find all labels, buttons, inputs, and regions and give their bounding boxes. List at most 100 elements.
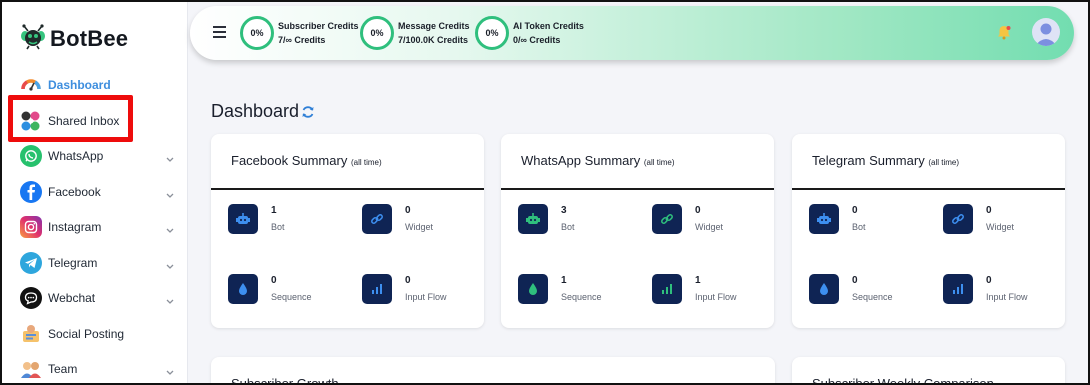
whatsapp-icon <box>20 145 42 167</box>
sidebar-item-team[interactable]: Team <box>20 355 180 383</box>
team-icon <box>20 358 42 380</box>
credit-progress-ring: 0% <box>475 16 509 50</box>
sidebar-item-telegram[interactable]: Telegram <box>20 249 180 277</box>
credit-progress-ring: 0% <box>240 16 274 50</box>
stat-value: 1 <box>271 205 277 216</box>
stat-value: 1 <box>695 275 701 286</box>
user-avatar[interactable] <box>1032 18 1060 46</box>
stat-label: Widget <box>695 222 724 232</box>
stat-label: Widget <box>986 222 1015 232</box>
sidebar-item-label: Webchat <box>48 291 96 305</box>
credit-title: Subscriber Credits <box>278 21 359 31</box>
card-title-text: Telegram Summary <box>812 153 925 168</box>
bee-logo-icon <box>20 23 46 55</box>
link-icon <box>652 204 682 234</box>
chevron-down-icon[interactable] <box>166 257 174 275</box>
stat-label: Sequence <box>561 292 602 302</box>
credit-title: AI Token Credits <box>513 21 584 31</box>
divider <box>501 188 774 190</box>
message-credits: 0% Message Credits 7/100.0K Credits <box>360 15 470 51</box>
stat-label: Sequence <box>271 292 312 302</box>
sidebar-item-label: Social Posting <box>48 327 125 341</box>
stat-value: 0 <box>986 205 992 216</box>
stat-value: 0 <box>852 275 858 286</box>
stat-label: Sequence <box>852 292 893 302</box>
card-title-text: Facebook Summary <box>231 153 348 168</box>
sidebar-item-webchat[interactable]: Webchat <box>20 284 180 312</box>
robot-icon <box>228 204 258 234</box>
stat-bot: 0 Bot <box>809 204 919 238</box>
card-title: Subscriber Weekly Comparison <box>812 376 994 385</box>
telegram-summary-card: Telegram Summary (all time) 0 Bot 0 Widg… <box>792 134 1065 328</box>
sidebar-item-label: Telegram <box>48 256 98 270</box>
refresh-icon[interactable] <box>301 105 315 124</box>
stat-sequence: 0 Sequence <box>809 274 919 308</box>
bar-chart-icon <box>652 274 682 304</box>
chevron-down-icon[interactable] <box>166 186 174 204</box>
sidebar-item-label: Team <box>48 362 78 376</box>
credit-title: Message Credits <box>398 21 470 31</box>
highlight-box <box>8 95 133 142</box>
dashboard-icon <box>20 74 42 96</box>
sidebar-item-whatsapp[interactable]: WhatsApp <box>20 142 180 170</box>
sidebar-item-label: Dashboard <box>48 78 111 92</box>
credit-value: 7/∞ Credits <box>278 35 326 45</box>
chevron-down-icon[interactable] <box>166 150 174 168</box>
drop-icon <box>228 274 258 304</box>
facebook-summary-card: Facebook Summary (all time) 1 Bot 0 Widg… <box>211 134 484 328</box>
robot-icon <box>518 204 548 234</box>
telegram-icon <box>20 252 42 274</box>
stat-value: 0 <box>271 275 277 286</box>
sidebar-item-facebook[interactable]: Facebook <box>20 178 180 206</box>
logo[interactable]: BotBee <box>20 22 128 56</box>
credit-progress-ring: 0% <box>360 16 394 50</box>
sidebar-item-label: Facebook <box>48 185 101 199</box>
card-title-text: WhatsApp Summary <box>521 153 641 168</box>
link-icon <box>943 204 973 234</box>
stat-input-flow: 0 Input Flow <box>362 274 472 308</box>
divider <box>792 188 1065 190</box>
subscriber-growth-card: Subscriber Growth <box>211 357 775 385</box>
stat-label: Input Flow <box>986 292 1028 302</box>
stat-sequence: 1 Sequence <box>518 274 628 308</box>
stat-widget: 0 Widget <box>652 204 762 238</box>
social-posting-icon <box>20 323 42 345</box>
ai-token-credits: 0% AI Token Credits 0/∞ Credits <box>475 15 584 51</box>
card-subtitle: (all time) <box>643 158 675 167</box>
notification-bell-icon[interactable] <box>996 24 1012 45</box>
sidebar-item-social-posting[interactable]: Social Posting <box>20 320 180 348</box>
stat-label: Bot <box>852 222 866 232</box>
stat-label: Input Flow <box>695 292 737 302</box>
chevron-down-icon[interactable] <box>166 221 174 239</box>
chevron-down-icon[interactable] <box>166 363 174 381</box>
instagram-icon <box>20 216 42 238</box>
robot-icon <box>809 204 839 234</box>
drop-icon <box>809 274 839 304</box>
stat-input-flow: 1 Input Flow <box>652 274 762 308</box>
stat-sequence: 0 Sequence <box>228 274 338 308</box>
stat-widget: 0 Widget <box>943 204 1053 238</box>
credit-value: 7/100.0K Credits <box>398 35 469 45</box>
stat-bot: 1 Bot <box>228 204 338 238</box>
stat-label: Bot <box>561 222 575 232</box>
app-frame: BotBee Dashboard Shared Inbox WhatsApp F… <box>0 0 1090 385</box>
stat-bot: 3 Bot <box>518 204 628 238</box>
stat-value: 0 <box>986 275 992 286</box>
link-icon <box>362 204 392 234</box>
chevron-down-icon[interactable] <box>166 292 174 310</box>
sidebar: BotBee Dashboard Shared Inbox WhatsApp F… <box>2 2 188 383</box>
card-title: WhatsApp Summary (all time) <box>521 153 675 168</box>
webchat-icon <box>20 287 42 309</box>
stat-value: 0 <box>405 275 411 286</box>
card-title: Subscriber Growth <box>231 376 339 385</box>
sidebar-item-instagram[interactable]: Instagram <box>20 213 180 241</box>
stat-value: 1 <box>561 275 567 286</box>
card-subtitle: (all time) <box>928 158 959 167</box>
app-name: BotBee <box>50 26 129 51</box>
card-title: Facebook Summary (all time) <box>231 153 382 168</box>
hamburger-menu-icon[interactable] <box>213 26 226 38</box>
topbar: 0% Subscriber Credits 7/∞ Credits 0% Mes… <box>190 6 1074 60</box>
bar-chart-icon <box>362 274 392 304</box>
subscriber-credits: 0% Subscriber Credits 7/∞ Credits <box>240 15 359 51</box>
whatsapp-summary-card: WhatsApp Summary (all time) 3 Bot 0 Widg… <box>501 134 774 328</box>
